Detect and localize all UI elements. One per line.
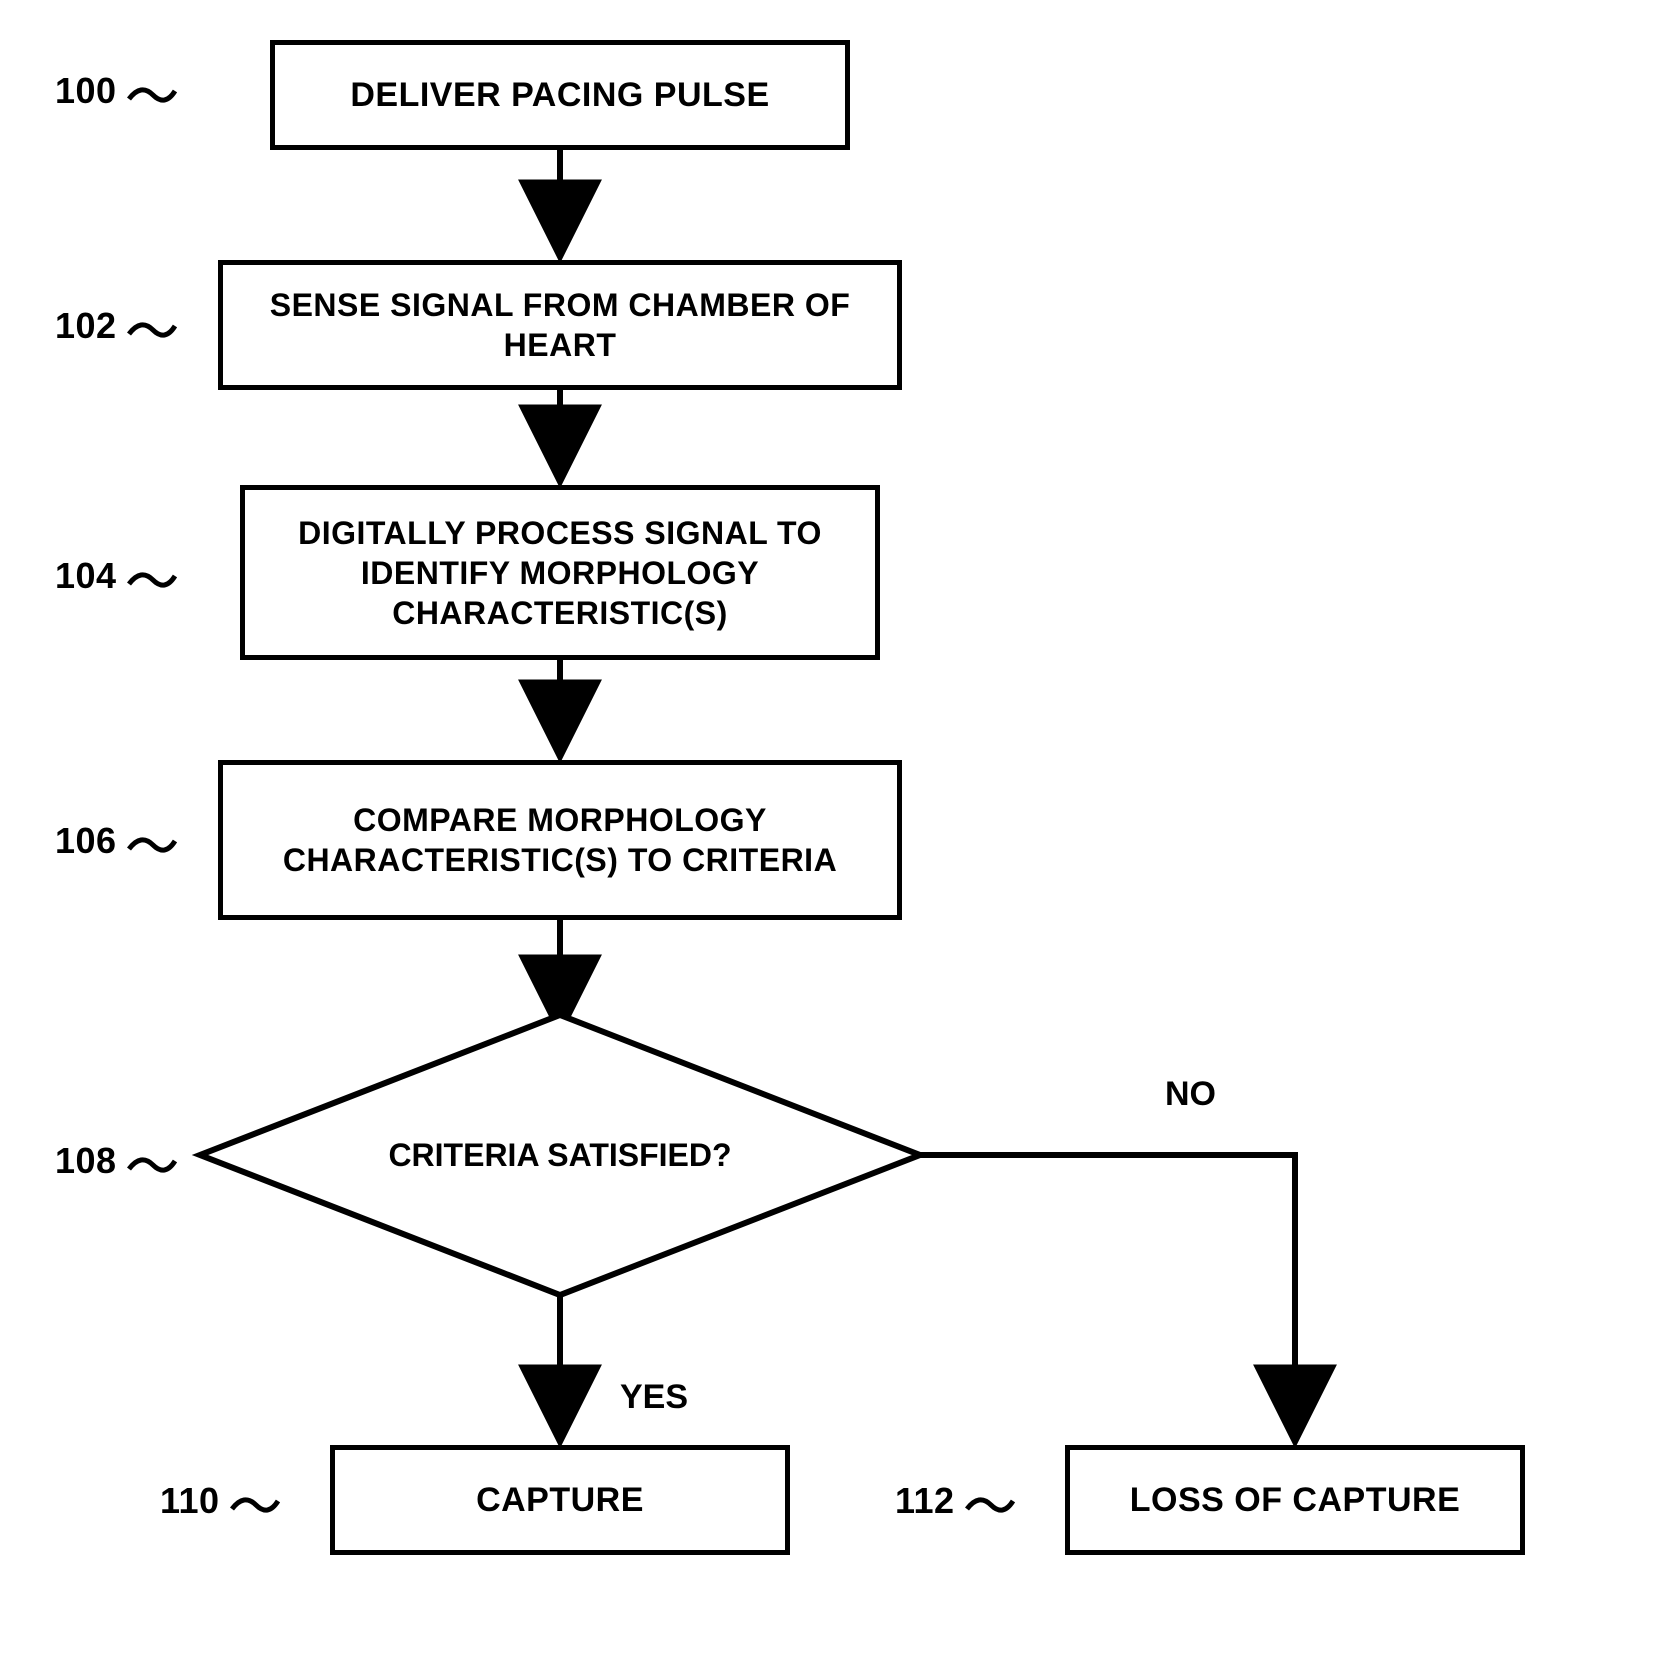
ref-100: 100 xyxy=(55,70,177,112)
edge-label-yes: YES xyxy=(620,1378,688,1417)
ref-112: 112 xyxy=(895,1480,1015,1522)
ref-100-num: 100 xyxy=(55,70,117,111)
step-106-text: COMPARE MORPHOLOGY CHARACTERISTIC(S) TO … xyxy=(237,800,883,880)
edge-label-no: NO xyxy=(1165,1075,1216,1114)
decision-108-text: CRITERIA SATISFIED? xyxy=(388,1137,731,1174)
ref-108: 108 xyxy=(55,1140,177,1182)
ref-104-num: 104 xyxy=(55,555,117,596)
ref-106-num: 106 xyxy=(55,820,117,861)
step-112-box: LOSS OF CAPTURE xyxy=(1065,1445,1525,1555)
ref-112-num: 112 xyxy=(895,1480,955,1521)
ref-102: 102 xyxy=(55,305,177,347)
step-102-box: SENSE SIGNAL FROM CHAMBER OF HEART xyxy=(218,260,902,390)
step-112-text: LOSS OF CAPTURE xyxy=(1130,1479,1461,1522)
ref-110-num: 110 xyxy=(160,1480,220,1521)
ref-106: 106 xyxy=(55,820,177,862)
step-100-box: DELIVER PACING PULSE xyxy=(270,40,850,150)
flowchart-canvas: DELIVER PACING PULSE 100 SENSE SIGNAL FR… xyxy=(0,0,1653,1654)
step-110-text: CAPTURE xyxy=(476,1479,644,1522)
step-104-text: DIGITALLY PROCESS SIGNAL TO IDENTIFY MOR… xyxy=(259,513,861,633)
step-100-text: DELIVER PACING PULSE xyxy=(350,74,769,117)
step-102-text: SENSE SIGNAL FROM CHAMBER OF HEART xyxy=(237,285,883,365)
step-110-box: CAPTURE xyxy=(330,1445,790,1555)
ref-108-num: 108 xyxy=(55,1140,117,1181)
ref-102-num: 102 xyxy=(55,305,117,346)
ref-110: 110 xyxy=(160,1480,280,1522)
step-106-box: COMPARE MORPHOLOGY CHARACTERISTIC(S) TO … xyxy=(218,760,902,920)
decision-108-box: CRITERIA SATISFIED? xyxy=(200,1015,920,1295)
ref-104: 104 xyxy=(55,555,177,597)
step-104-box: DIGITALLY PROCESS SIGNAL TO IDENTIFY MOR… xyxy=(240,485,880,660)
